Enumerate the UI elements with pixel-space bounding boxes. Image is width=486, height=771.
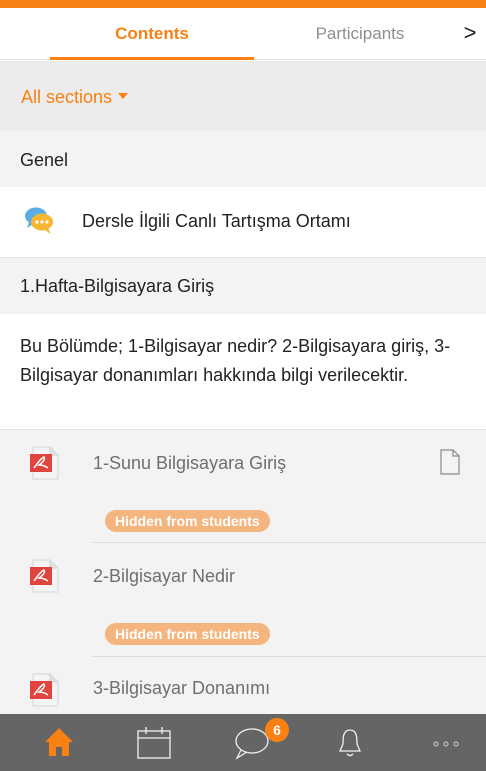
chat-icon: [25, 207, 53, 234]
pdf-icon: [30, 559, 59, 593]
tab-contents-label: Contents: [115, 24, 189, 43]
chat-activity-label: Dersle İlgili Canlı Tartışma Ortamı: [82, 211, 351, 231]
tab-contents[interactable]: Contents: [50, 8, 254, 60]
section-summary: Bu Bölümde; 1-Bilgisayar nedir? 2-Bilgis…: [0, 314, 486, 430]
tabs-next-icon[interactable]: >: [458, 8, 482, 60]
section-header-genel: Genel: [0, 131, 486, 187]
calendar-icon: [137, 727, 171, 759]
module-item[interactable]: 3-Bilgisayar Donanımı: [0, 657, 486, 714]
section-filter-dropdown[interactable]: All sections: [21, 61, 129, 133]
nav-notifications[interactable]: [338, 714, 362, 771]
more-icon: [433, 741, 459, 747]
module-label: 3-Bilgisayar Donanımı: [93, 678, 271, 698]
caret-down-icon: [118, 93, 129, 100]
document-icon[interactable]: [440, 449, 460, 475]
module-item[interactable]: 1-Sunu Bilgisayara Giriş Hidden from stu…: [0, 430, 486, 543]
nav-calendar[interactable]: [136, 714, 172, 771]
section-summary-text: Bu Bölümde; 1-Bilgisayar nedir? 2-Bilgis…: [20, 336, 451, 385]
module-label: 1-Sunu Bilgisayara Giriş: [93, 453, 287, 473]
pdf-icon: [30, 673, 59, 707]
tab-participants-label: Participants: [315, 24, 405, 43]
list-item-chat[interactable]: Dersle İlgili Canlı Tartışma Ortamı: [0, 187, 486, 258]
section-filter: All sections: [0, 61, 486, 131]
module-item[interactable]: 2-Bilgisayar Nedir Hidden from students: [0, 543, 486, 657]
bottom-navigation: [0, 714, 486, 771]
tab-participants[interactable]: Participants: [270, 8, 450, 60]
nav-more[interactable]: [428, 714, 464, 771]
nav-home[interactable]: [43, 714, 75, 771]
notifications-icon: [339, 729, 361, 757]
module-label: 2-Bilgisayar Nedir: [93, 566, 236, 586]
active-tab-indicator: [50, 57, 254, 60]
messages-count-badge: 6: [265, 718, 289, 742]
pdf-icon: [30, 446, 59, 480]
hidden-badge: Hidden from students: [105, 510, 270, 532]
home-icon: [45, 728, 73, 756]
hidden-badge: Hidden from students: [105, 623, 270, 645]
section-header-week1: 1.Hafta-Bilgisayara Giriş: [0, 258, 486, 314]
section-filter-label: All sections: [21, 87, 113, 107]
top-accent-bar: [0, 0, 486, 8]
course-tabs: Contents Participants >: [0, 8, 486, 60]
